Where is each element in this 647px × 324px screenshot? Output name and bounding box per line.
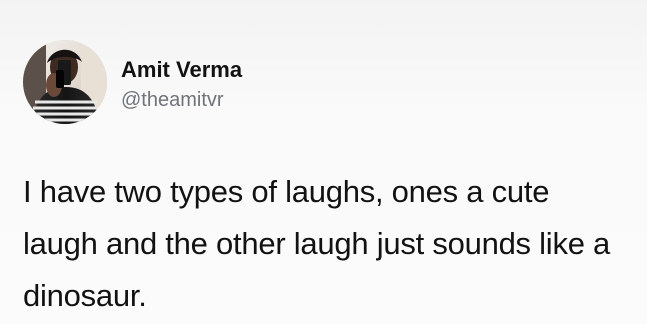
profile-photo-icon (23, 40, 107, 124)
tweet-text: I have two types of laughs, ones a cute … (23, 174, 611, 313)
author-avatar[interactable] (23, 40, 107, 124)
tweet-card: Amit Verma @theamitvr I have two types o… (0, 0, 647, 324)
author-handle[interactable]: @theamitvr (121, 88, 224, 112)
author-name[interactable]: Amit Verma (121, 56, 242, 84)
